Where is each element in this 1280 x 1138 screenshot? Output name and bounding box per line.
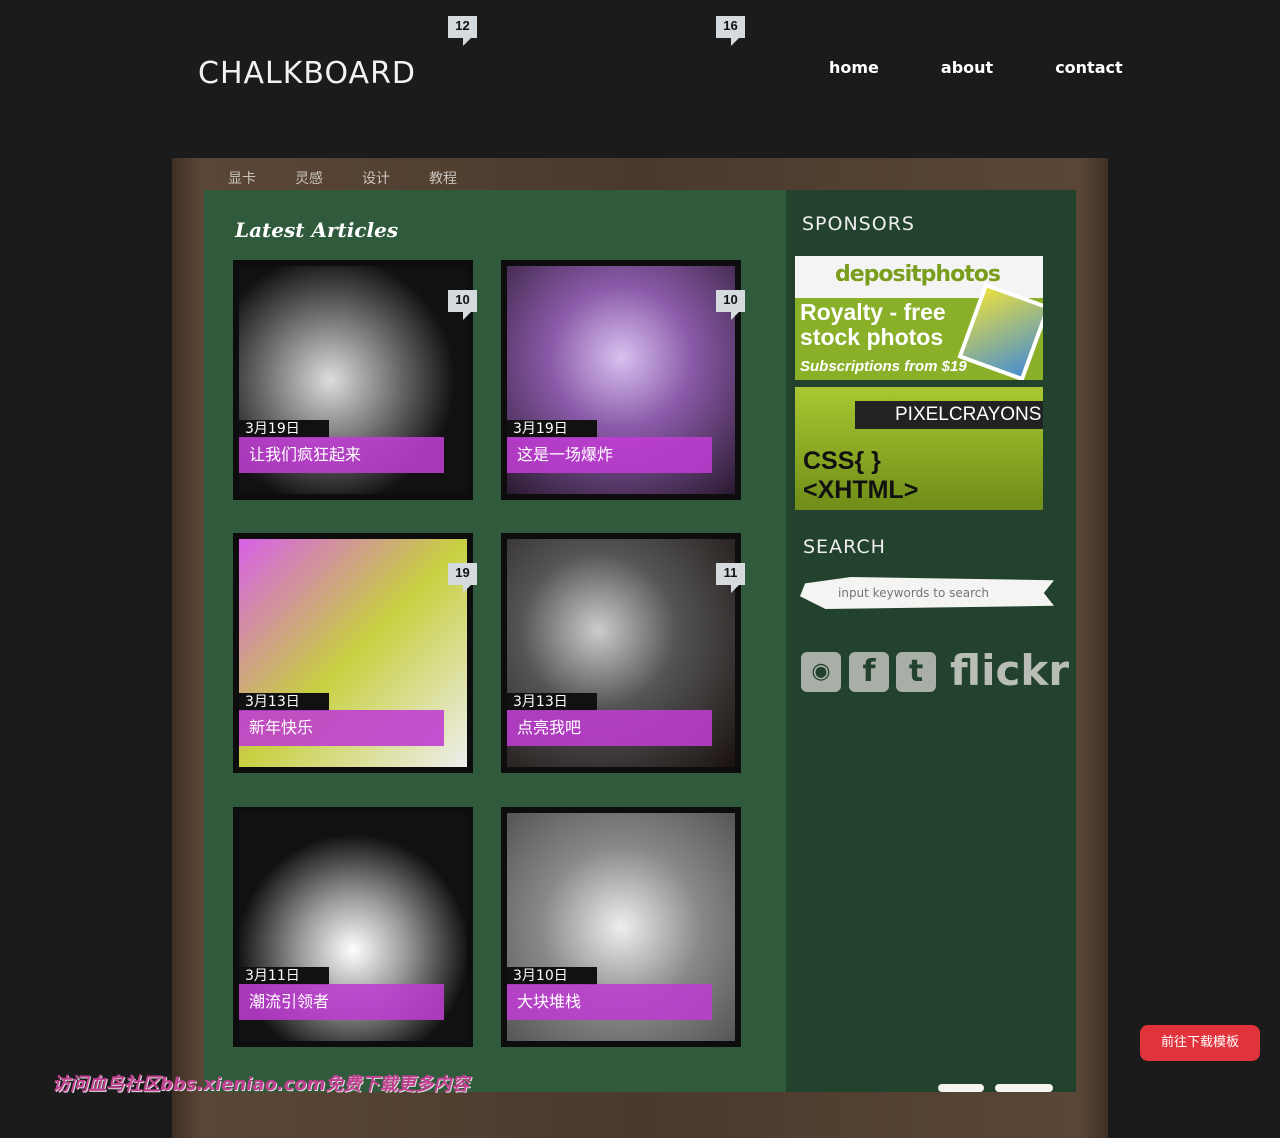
ad-line: Subscriptions from $19 <box>800 358 967 375</box>
category-item[interactable]: 设计 <box>362 168 390 188</box>
search-input[interactable] <box>800 577 1054 609</box>
article-date: 3月13日 <box>239 693 329 711</box>
photo-stack-icon <box>957 282 1043 380</box>
category-nav: 显卡 灵感 设计 教程 <box>228 168 496 188</box>
sponsor-ad-pixelcrayons[interactable]: PIXELCRAYONS CSS{ } <XHTML> <box>795 387 1043 510</box>
chalk-piece <box>938 1084 984 1092</box>
article-date: 3月11日 <box>239 967 329 985</box>
nav-about[interactable]: about <box>941 58 993 77</box>
chalk-piece <box>995 1084 1053 1092</box>
article-date: 3月10日 <box>507 967 597 985</box>
comment-count-bubble: 10 <box>448 290 477 320</box>
article-date: 3月13日 <box>507 693 597 711</box>
facebook-icon[interactable]: f <box>849 652 889 692</box>
article-card[interactable]: 3月13日 点亮我吧 11 <box>501 533 745 773</box>
article-card[interactable]: 3月19日 让我们疯狂起来 10 <box>233 260 477 500</box>
article-title[interactable]: 大块堆栈 <box>507 984 712 1020</box>
article-title[interactable]: 让我们疯狂起来 <box>239 437 444 473</box>
ad-brand: depositphotos <box>835 262 1001 287</box>
section-heading: Latest Articles <box>235 218 399 242</box>
rss-icon[interactable]: ◉ <box>801 652 841 692</box>
article-date: 3月19日 <box>507 420 597 438</box>
watermark: 访问血鸟社区bbs.xieniao.com免费下载更多内容 <box>52 1074 470 1095</box>
ad-line: stock photos <box>800 324 944 350</box>
comment-count-bubble: 11 <box>716 563 745 593</box>
article-title[interactable]: 点亮我吧 <box>507 710 712 746</box>
article-card[interactable]: 3月19日 这是一场爆炸 10 <box>501 260 745 500</box>
nav-contact[interactable]: contact <box>1055 58 1122 77</box>
ad-brand: PIXELCRAYONS <box>855 401 1043 429</box>
ad-line: <XHTML> <box>803 476 919 504</box>
search-title: SEARCH <box>803 536 886 558</box>
category-item[interactable]: 教程 <box>429 168 457 188</box>
comment-count-bubble: 19 <box>448 563 477 593</box>
top-nav: home about contact <box>829 58 1185 77</box>
article-title[interactable]: 这是一场爆炸 <box>507 437 712 473</box>
category-item[interactable]: 灵感 <box>295 168 323 188</box>
article-title[interactable]: 潮流引领者 <box>239 984 444 1020</box>
category-item[interactable]: 显卡 <box>228 168 256 188</box>
article-card[interactable]: 3月11日 潮流引领者 <box>233 807 473 1047</box>
article-card[interactable]: 3月10日 大块堆栈 <box>501 807 741 1047</box>
article-title[interactable]: 新年快乐 <box>239 710 444 746</box>
article-date: 3月19日 <box>239 420 329 438</box>
ad-line: Royalty - free <box>800 299 946 325</box>
comment-count-bubble: 10 <box>716 290 745 320</box>
logo[interactable]: CHALKBOARD <box>198 56 416 91</box>
sponsors-title: SPONSORS <box>802 213 915 235</box>
download-template-button[interactable]: 前往下载模板 <box>1140 1025 1260 1061</box>
article-card[interactable]: 3月13日 新年快乐 19 <box>233 533 477 773</box>
sponsor-ad-depositphotos[interactable]: depositphotos Royalty - free stock photos… <box>795 256 1043 380</box>
twitter-icon[interactable]: t <box>896 652 936 692</box>
nav-home[interactable]: home <box>829 58 879 77</box>
ad-line: CSS{ } <box>803 447 881 475</box>
comment-count-bubble: 12 <box>448 16 477 46</box>
comment-count-bubble: 16 <box>716 16 745 46</box>
flickr-icon[interactable]: flickr <box>950 646 1069 695</box>
